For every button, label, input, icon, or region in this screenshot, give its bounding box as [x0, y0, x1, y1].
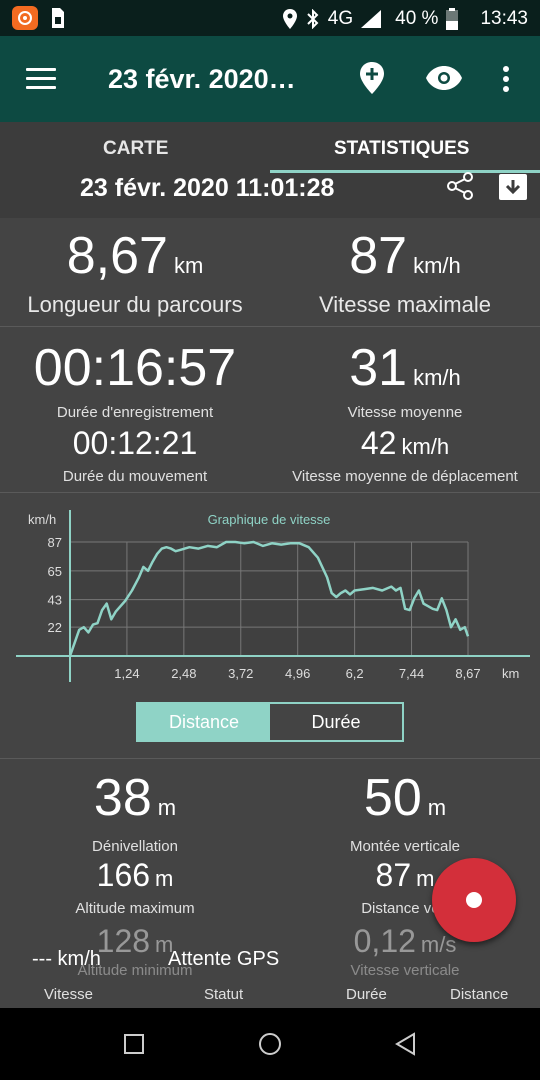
elevation-gain-unit: m [157, 795, 177, 820]
live-status-label: Statut [204, 986, 244, 1003]
max-altitude-value: 166 [96, 857, 151, 893]
chart-y-tick-label: 22 [48, 620, 62, 635]
track-length-value: 8,67 [66, 227, 168, 285]
avg-move-speed-value: 42 [360, 425, 397, 461]
vertical-distance-value: 87 [375, 857, 412, 893]
chart-y-label: km/h [28, 512, 56, 527]
tab-bar: CARTE STATISTIQUES 23 févr. 2020 11:01:2… [0, 122, 540, 218]
chart-x-tick-label: 8,67 [455, 666, 480, 681]
chart-y-tick-label: 87 [48, 535, 62, 550]
chart-y-tick-label: 65 [48, 564, 62, 579]
chart-x-label: km [502, 666, 519, 681]
system-nav-bar [0, 1008, 540, 1080]
battery-icon [446, 8, 459, 30]
track-length-unit: km [173, 253, 204, 278]
divider [0, 326, 540, 327]
max-altitude-stat: 166 m Altitude maximum [0, 858, 270, 917]
vertical-speed-label: Vitesse verticale [350, 962, 460, 979]
chart-plot-area [70, 542, 468, 656]
chart-mode-toggle: Distance Durée [136, 702, 404, 742]
menu-icon[interactable] [26, 68, 56, 90]
home-icon[interactable] [258, 1032, 282, 1056]
signal-icon [361, 10, 382, 28]
elevation-gain-value: 38 [93, 769, 152, 827]
rec-duration-stat: 00:16:57 Durée d'enregistrement [0, 342, 270, 421]
more-vert-icon[interactable] [502, 66, 510, 92]
tab-carte[interactable]: CARTE [103, 138, 168, 160]
avg-speed-value: 31 [349, 339, 408, 397]
clock: 13:43 [480, 8, 528, 29]
chart-x-tick-label: 3,72 [228, 666, 253, 681]
chart-x-tick-label: 2,48 [171, 666, 196, 681]
live-distance-label: Distance [450, 986, 509, 1003]
chart-title: Graphique de vitesse [208, 512, 331, 527]
app-toolbar: 23 févr. 2020… [0, 36, 540, 122]
speed-chart: Graphique de vitesse km/h km 87 65 43 22 1,24 2,… [16, 510, 530, 682]
vertical-speed-value: 0,12 [353, 923, 416, 959]
track-length-stat: 8,67 km Longueur du parcours [0, 230, 270, 318]
chart-x-tick-label: 7,44 [399, 666, 424, 681]
chart-x-tick-label: 1,24 [114, 666, 139, 681]
max-speed-label: Vitesse maximale [319, 292, 491, 317]
max-altitude-unit: m [155, 866, 174, 891]
avg-speed-stat: 31 km/h Vitesse moyenne [270, 342, 540, 421]
eye-icon[interactable] [426, 66, 462, 90]
vertical-climb-unit: m [427, 795, 447, 820]
max-speed-stat: 87 km/h Vitesse maximale [270, 230, 540, 318]
rec-duration-label: Durée d'enregistrement [56, 404, 214, 421]
toolbar-title: 23 févr. 2020… [108, 64, 296, 94]
status-bar: 4G 40 % 13:43 [0, 0, 540, 36]
back-icon[interactable] [394, 1032, 416, 1056]
sim-card-icon [52, 8, 64, 28]
avg-speed-label: Vitesse moyenne [347, 404, 463, 421]
rec-duration-value: 00:16:57 [33, 339, 237, 397]
elevation-gain-label: Dénivellation [92, 838, 178, 855]
move-duration-value: 00:12:21 [72, 425, 198, 461]
vertical-climb-stat: 50 m Montée verticale [270, 772, 540, 855]
max-altitude-label: Altitude maximum [75, 900, 195, 917]
max-speed-unit: km/h [413, 253, 461, 278]
network-type: 4G [327, 8, 354, 29]
elevation-gain-stat: 38 m Dénivellation [0, 772, 270, 855]
chart-x-tick-label: 6,2 [346, 666, 364, 681]
tab-statistiques[interactable]: STATISTIQUES [334, 138, 469, 160]
avg-move-speed-label: Vitesse moyenne de déplacement [292, 468, 518, 485]
max-speed-value: 87 [349, 227, 408, 285]
download-icon[interactable] [499, 174, 527, 200]
recents-icon[interactable] [124, 1034, 144, 1054]
min-altitude-value: 128 [96, 923, 151, 959]
live-duration-label: Durée [346, 986, 387, 1003]
track-date: 23 févr. 2020 11:01:28 [80, 174, 335, 202]
divider [0, 758, 540, 759]
share-icon[interactable] [446, 172, 474, 200]
vertical-climb-value: 50 [363, 769, 422, 827]
vertical-distance-unit: m [416, 866, 435, 891]
bluetooth-icon [307, 9, 319, 29]
avg-move-speed-unit: km/h [401, 434, 450, 459]
location-icon [282, 9, 297, 29]
live-speed-label: Vitesse [44, 986, 93, 1003]
tab-indicator [270, 170, 540, 173]
vertical-climb-label: Montée verticale [349, 838, 461, 855]
record-dot-icon [466, 892, 482, 908]
toggle-duree[interactable]: Durée [270, 704, 402, 740]
avg-speed-unit: km/h [413, 365, 461, 390]
chart-y-tick-label: 43 [48, 593, 62, 608]
move-duration-stat: 00:12:21 Durée du mouvement [0, 426, 270, 485]
move-duration-label: Durée du mouvement [62, 468, 208, 485]
live-speed: --- km/h [32, 948, 101, 970]
live-status: Attente GPS [168, 948, 280, 970]
track-length-label: Longueur du parcours [27, 292, 243, 317]
battery-percent: 40 % [395, 8, 439, 29]
divider [0, 492, 540, 493]
app-badge-icon [12, 6, 38, 30]
record-button[interactable] [432, 858, 516, 942]
toggle-distance[interactable]: Distance [138, 704, 270, 740]
add-location-icon[interactable] [360, 62, 384, 94]
chart-x-tick-label: 4,96 [285, 666, 310, 681]
avg-move-speed-stat: 42 km/h Vitesse moyenne de déplacement [270, 426, 540, 485]
